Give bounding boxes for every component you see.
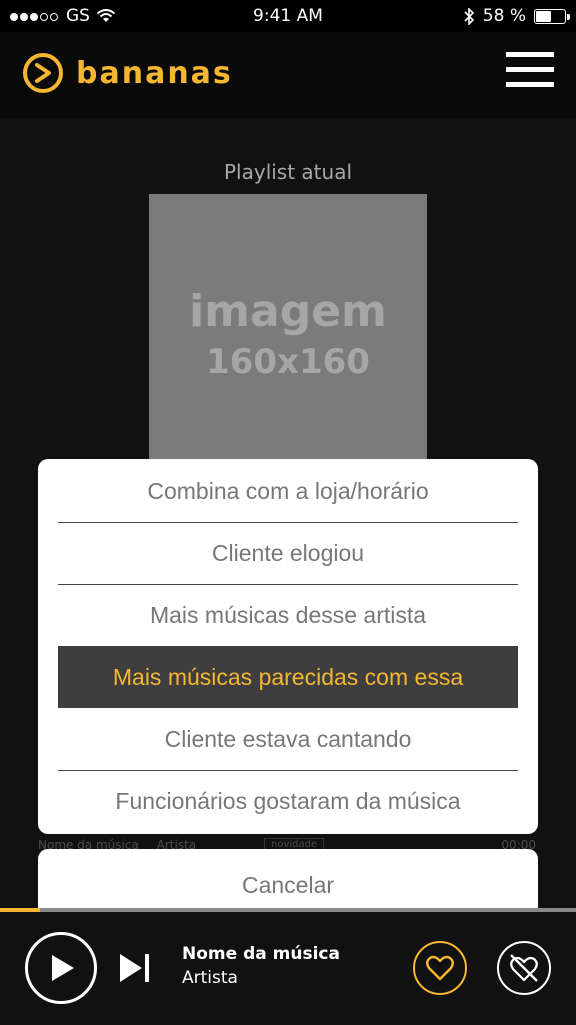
battery-icon — [534, 8, 570, 24]
play-button[interactable] — [25, 932, 97, 1004]
status-bar: GS 9:41 AM 58 % — [0, 0, 576, 32]
like-button[interactable] — [413, 941, 467, 995]
heart-icon — [426, 955, 454, 981]
option-cliente-elogiou[interactable]: Cliente elogiou — [58, 523, 518, 585]
hamburger-menu-button[interactable] — [506, 52, 554, 92]
now-playing-title: Nome da música — [182, 944, 340, 964]
skip-next-icon — [120, 954, 149, 982]
skip-next-button[interactable] — [118, 952, 152, 984]
now-playing-artist: Artista — [182, 968, 238, 988]
option-mais-musicas-parecidas[interactable]: Mais músicas parecidas com essa — [58, 647, 518, 708]
option-cliente-cantando[interactable]: Cliente estava cantando — [58, 709, 518, 771]
bluetooth-icon — [464, 7, 474, 25]
brand-name: bananas — [76, 55, 233, 91]
option-mais-musicas-artista[interactable]: Mais músicas desse artista — [58, 585, 518, 647]
player-bar: Nome da música Artista — [0, 912, 576, 1025]
option-combina-loja-horario[interactable]: Combina com a loja/horário — [58, 461, 518, 523]
heart-crossed-icon — [510, 954, 538, 982]
play-logo-icon — [23, 53, 63, 93]
option-funcionarios-gostaram[interactable]: Funcionários gostaram da música — [58, 771, 518, 832]
now-playing-info: Nome da música Artista — [182, 944, 340, 988]
battery-percent: 58 % — [482, 6, 526, 26]
brand-logo[interactable]: bananas — [22, 52, 233, 94]
play-icon — [52, 955, 74, 981]
reason-action-sheet: Combina com a loja/horário Cliente elogi… — [38, 459, 538, 834]
app-header: bananas — [0, 32, 576, 118]
dislike-button[interactable] — [497, 941, 551, 995]
status-right: 58 % — [463, 6, 570, 26]
